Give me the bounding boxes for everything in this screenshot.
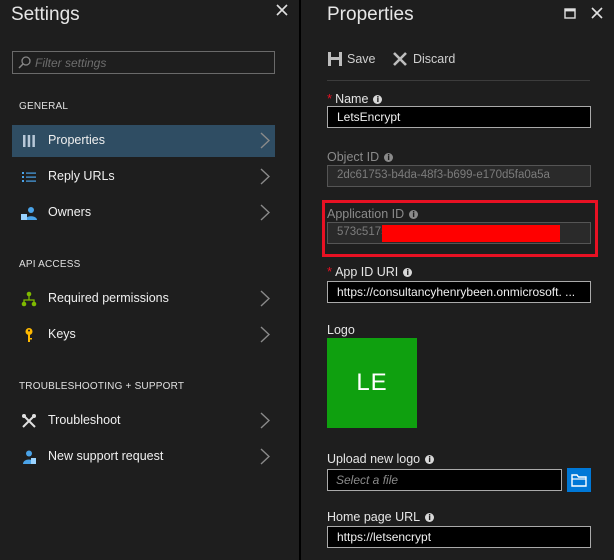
required-asterisk: *	[327, 91, 333, 106]
key-icon	[21, 327, 37, 343]
close-icon[interactable]	[591, 6, 603, 23]
sidebar-item-owners[interactable]: Owners	[12, 197, 275, 229]
logo-label: Logo	[327, 323, 355, 337]
chevron-right-icon	[260, 326, 270, 343]
section-header-general: GENERAL	[19, 101, 69, 112]
upload-logo-label-text: Upload new logo	[327, 452, 421, 466]
info-icon[interactable]: i	[425, 513, 435, 522]
sidebar-item-label: Troubleshoot	[48, 413, 121, 427]
sidebar-item-keys[interactable]: Keys	[12, 319, 275, 351]
sidebar-item-label: Keys	[48, 327, 76, 341]
home-page-url-label-text: Home page URL	[327, 510, 421, 524]
search-icon	[18, 56, 31, 69]
toolbar-separator	[327, 80, 590, 81]
upload-logo-label: Upload new logo i	[327, 452, 435, 466]
reply-urls-icon	[21, 169, 37, 185]
properties-title: Properties	[327, 4, 414, 25]
app-logo: LE	[327, 338, 417, 428]
chevron-right-icon	[260, 448, 270, 465]
object-id-label: Object ID i	[327, 150, 394, 164]
sidebar-item-required-permissions[interactable]: Required permissions	[12, 283, 275, 315]
sidebar-item-properties[interactable]: Properties	[12, 125, 275, 157]
sidebar-item-troubleshoot[interactable]: Troubleshoot	[12, 405, 275, 437]
support-request-icon	[21, 449, 37, 465]
save-label: Save	[347, 52, 376, 66]
properties-icon	[21, 133, 37, 149]
chevron-right-icon	[260, 204, 270, 221]
save-button[interactable]: Save	[327, 50, 377, 68]
chevron-right-icon	[260, 412, 270, 429]
save-icon	[328, 52, 342, 66]
select-file-input[interactable]: Select a file	[327, 469, 562, 491]
filter-settings-input-wrap[interactable]	[12, 51, 275, 74]
discard-label: Discard	[413, 52, 456, 66]
sidebar-item-label: Owners	[48, 205, 92, 219]
permissions-icon	[21, 291, 37, 307]
sidebar-item-label: Required permissions	[48, 291, 169, 305]
app-id-uri-field[interactable]: https://consultancyhenrybeen.onmicrosoft…	[327, 281, 591, 303]
info-icon[interactable]: i	[425, 455, 435, 464]
object-id-label-text: Object ID	[327, 150, 380, 164]
object-id-field[interactable]: 2dc61753-b4da-48f3-b699-e170d5fa0a5a	[327, 165, 591, 187]
troubleshoot-icon	[21, 413, 37, 429]
browse-folder-button[interactable]	[567, 468, 591, 492]
sidebar-item-new-support-request[interactable]: New support request	[12, 441, 275, 473]
owners-icon	[21, 205, 37, 221]
name-label: * Name i	[327, 91, 383, 106]
chevron-right-icon	[260, 168, 270, 185]
home-page-url-label: Home page URL i	[327, 510, 435, 524]
chevron-right-icon	[260, 290, 270, 307]
sidebar-item-label: New support request	[48, 449, 164, 463]
sidebar-item-reply-urls[interactable]: Reply URLs	[12, 161, 275, 193]
sidebar-item-label: Reply URLs	[48, 169, 115, 183]
name-field[interactable]: LetsEncrypt	[327, 106, 591, 128]
discard-icon	[393, 52, 407, 66]
info-icon[interactable]: i	[403, 268, 413, 277]
properties-blade: Properties Save Discard * Name i LetsEncry…	[301, 0, 614, 560]
section-header-troubleshooting: TROUBLESHOOTING + SUPPORT	[19, 381, 185, 392]
highlight-box	[322, 200, 598, 257]
maximize-icon[interactable]	[564, 6, 576, 23]
info-icon[interactable]: i	[384, 153, 394, 162]
info-icon[interactable]: i	[373, 95, 383, 104]
app-id-uri-label-text: App ID URI	[335, 265, 399, 279]
home-page-url-field[interactable]: https://letsencrypt	[327, 526, 591, 548]
chevron-right-icon	[260, 132, 270, 149]
settings-blade: Settings GENERAL Properties Reply URLs O…	[0, 0, 299, 560]
app-id-uri-label: * App ID URI i	[327, 264, 413, 279]
settings-title: Settings	[11, 4, 80, 25]
filter-settings-input[interactable]	[35, 54, 265, 71]
discard-button[interactable]: Discard	[392, 50, 457, 68]
close-icon[interactable]	[276, 3, 288, 20]
section-header-api-access: API ACCESS	[19, 259, 81, 270]
required-asterisk: *	[327, 264, 333, 279]
name-label-text: Name	[335, 92, 369, 106]
sidebar-item-label: Properties	[48, 133, 105, 147]
folder-icon	[571, 474, 587, 487]
